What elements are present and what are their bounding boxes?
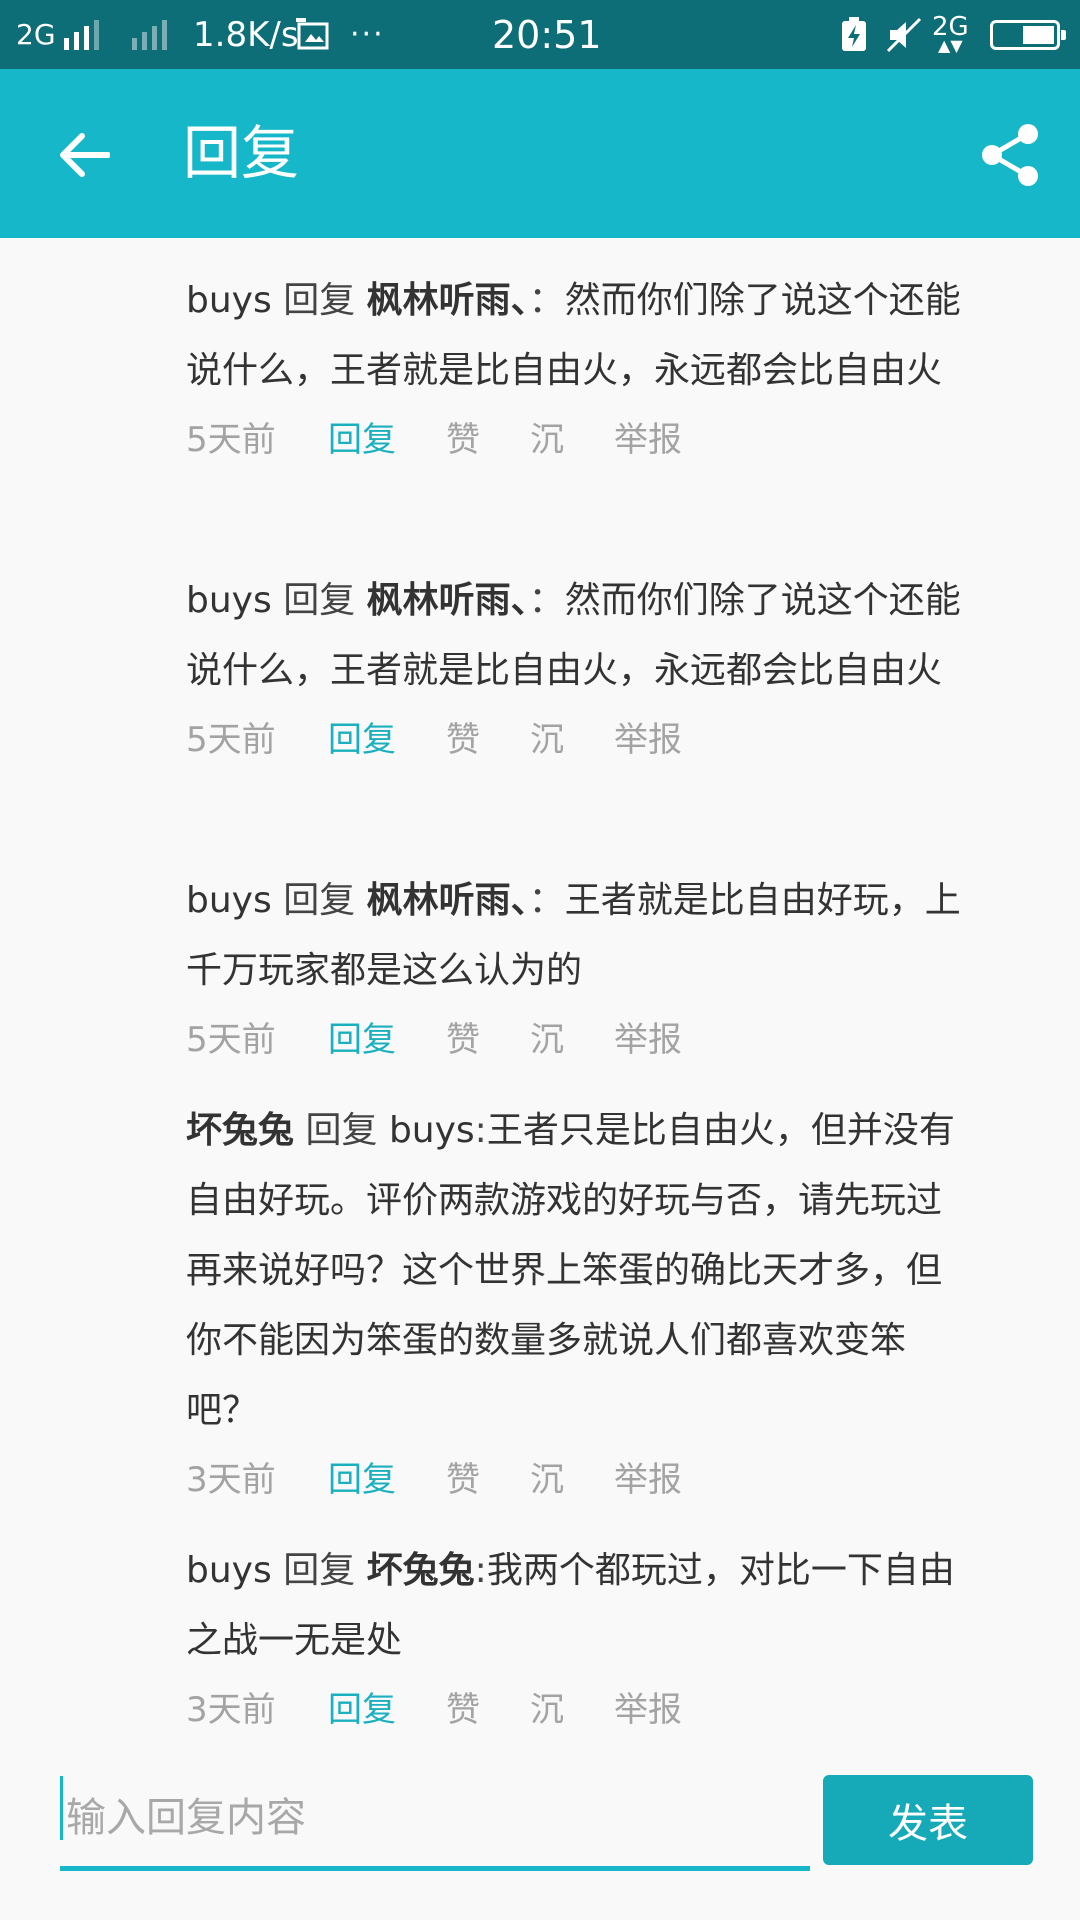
reply-verb: 回复 (283, 880, 356, 921)
reply-target[interactable]: 枫林听雨、 (367, 880, 529, 921)
screenshot-notification-icon (296, 0, 332, 69)
reply-item: buys 回复 枫林听雨、：王者就是比自由好玩，上千万玩家都是这么认为的 5天前… (186, 866, 976, 1066)
arrow-left-icon (60, 133, 110, 177)
report-button[interactable]: 举报 (614, 1682, 682, 1729)
like-button[interactable]: 赞 (446, 1012, 530, 1061)
sink-button[interactable]: 沉 (530, 1452, 614, 1501)
reply-time: 3天前 (186, 1459, 276, 1500)
like-button[interactable]: 赞 (446, 412, 530, 461)
status-time: 20:51 (492, 12, 602, 57)
reply-author[interactable]: 坏兔兔 (186, 1110, 294, 1151)
reply-content: 王者只是比自由火，但并没有自由好玩。评价两款游戏的好玩与否，请先玩过再来说好吗？… (186, 1110, 955, 1431)
reply-button[interactable]: 回复 (328, 412, 446, 461)
sink-button[interactable]: 沉 (530, 1682, 614, 1729)
text-cursor (60, 1776, 63, 1840)
like-button[interactable]: 赞 (446, 1452, 530, 1501)
reply-author[interactable]: buys (186, 880, 272, 921)
reply-text: buys 回复 枫林听雨、：王者就是比自由好玩，上千万玩家都是这么认为的 (186, 866, 976, 1006)
app-bar: 回复 (0, 69, 1080, 238)
sim2-network-type: 2G (932, 11, 969, 42)
reply-item: buys 回复 枫林听雨、：然而你们除了说这个还能说什么，王者就是比自由火，永远… (186, 566, 976, 766)
report-button[interactable]: 举报 (614, 712, 682, 761)
share-icon (982, 124, 1038, 186)
reply-item: 坏兔兔 回复 buys:王者只是比自由火，但并没有自由好玩。评价两款游戏的好玩与… (186, 1096, 976, 1506)
reply-screen: 2G 1.8K/s ··· 20:51 2G ▲▼ 回复 buys 回复 枫林听… (0, 0, 1080, 1920)
report-button[interactable]: 举报 (614, 1012, 682, 1061)
like-button[interactable]: 赞 (446, 1682, 530, 1729)
reply-separator: ： (528, 280, 565, 321)
reply-author[interactable]: buys (186, 1550, 272, 1591)
reply-time: 5天前 (186, 419, 276, 460)
sim2-network: 2G ▲▼ (932, 0, 969, 69)
report-button[interactable]: 举报 (614, 412, 682, 461)
reply-meta: 5天前 回复 赞 沉 举报 (186, 706, 976, 766)
reply-item: buys 回复 枫林听雨、：然而你们除了说这个还能说什么，王者就是比自由火，永远… (186, 266, 976, 466)
back-button[interactable] (48, 119, 120, 191)
reply-verb: 回复 (305, 1110, 378, 1151)
reply-target[interactable]: 枫林听雨、 (367, 280, 529, 321)
network-speed: 1.8K/s (193, 14, 299, 55)
battery-icon (990, 0, 1066, 69)
reply-time: 5天前 (186, 1019, 276, 1060)
more-notifications-icon: ··· (350, 17, 385, 52)
reply-meta: 5天前 回复 赞 沉 举报 (186, 406, 976, 466)
reply-button[interactable]: 回复 (328, 1452, 446, 1501)
reply-verb: 回复 (283, 1550, 356, 1591)
reply-author[interactable]: buys (186, 280, 272, 321)
reply-author[interactable]: buys (186, 580, 272, 621)
network-type: 2G (16, 18, 56, 51)
reply-verb: 回复 (283, 580, 356, 621)
silent-mode-icon (886, 0, 922, 69)
reply-text: buys 回复 枫林听雨、：然而你们除了说这个还能说什么，王者就是比自由火，永远… (186, 266, 976, 406)
reply-text: 坏兔兔 回复 buys:王者只是比自由火，但并没有自由好玩。评价两款游戏的好玩与… (186, 1096, 976, 1446)
reply-separator: ： (528, 880, 565, 921)
reply-meta: 3天前 回复 赞 沉 举报 (186, 1676, 976, 1729)
sink-button[interactable]: 沉 (530, 412, 614, 461)
reply-target[interactable]: buys (389, 1110, 475, 1151)
reply-item: buys 回复 坏兔兔:我两个都玩过，对比一下自由之战一无是处 3天前 回复 赞… (186, 1536, 976, 1728)
page-title: 回复 (183, 119, 300, 187)
like-button[interactable]: 赞 (446, 712, 530, 761)
reply-input-bar: 发表 (0, 1728, 1080, 1920)
reply-target[interactable]: 枫林听雨、 (367, 580, 529, 621)
signal-icon (64, 0, 99, 69)
data-arrows-icon: ▲▼ (938, 35, 963, 55)
reply-input[interactable] (60, 1770, 810, 1866)
reply-button[interactable]: 回复 (328, 1682, 446, 1729)
charging-icon (840, 0, 868, 69)
reply-text: buys 回复 坏兔兔:我两个都玩过，对比一下自由之战一无是处 (186, 1536, 976, 1676)
reply-separator: : (474, 1550, 487, 1591)
signal-icon-sim2 (132, 0, 167, 69)
reply-time: 3天前 (186, 1689, 276, 1729)
sink-button[interactable]: 沉 (530, 1012, 614, 1061)
reply-button[interactable]: 回复 (328, 712, 446, 761)
input-underline (60, 1866, 810, 1871)
status-bar: 2G 1.8K/s ··· 20:51 2G ▲▼ (0, 0, 1080, 69)
reply-meta: 5天前 回复 赞 沉 举报 (186, 1006, 976, 1066)
submit-button[interactable]: 发表 (823, 1775, 1033, 1865)
share-button[interactable] (972, 117, 1048, 193)
report-button[interactable]: 举报 (614, 1452, 682, 1501)
reply-separator: ： (528, 580, 565, 621)
reply-button[interactable]: 回复 (328, 1012, 446, 1061)
reply-time: 5天前 (186, 719, 276, 760)
reply-verb: 回复 (283, 280, 356, 321)
reply-separator: : (474, 1110, 487, 1151)
sink-button[interactable]: 沉 (530, 712, 614, 761)
reply-target[interactable]: 坏兔兔 (367, 1550, 475, 1591)
reply-meta: 3天前 回复 赞 沉 举报 (186, 1446, 976, 1506)
reply-text: buys 回复 枫林听雨、：然而你们除了说这个还能说什么，王者就是比自由火，永远… (186, 566, 976, 706)
reply-list[interactable]: buys 回复 枫林听雨、：然而你们除了说这个还能说什么，王者就是比自由火，永远… (0, 238, 1080, 1728)
